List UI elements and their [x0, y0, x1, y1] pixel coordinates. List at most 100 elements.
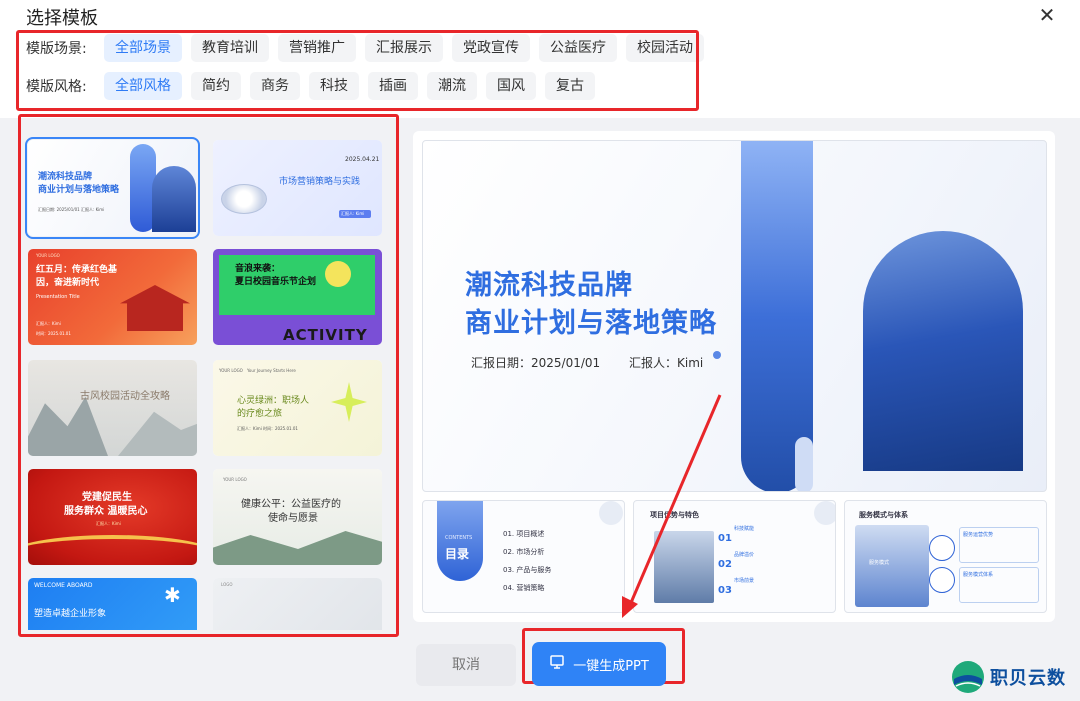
decor-circle: [814, 501, 835, 525]
decor-dot: [713, 351, 721, 359]
slide-date: 汇报日期：2025/01/01: [471, 356, 601, 370]
template-card-tech-brand[interactable]: 潮流科技品牌 商业计划与落地策略 汇报日期: 2025/01/01 汇报人: K…: [25, 137, 200, 239]
watermark-logo-icon: [952, 661, 984, 693]
scene-chip-report[interactable]: 汇报展示: [365, 34, 443, 62]
scene-chip-marketing[interactable]: 营销推广: [278, 34, 356, 62]
template-list[interactable]: 潮流科技品牌 商业计划与落地策略 汇报日期: 2025/01/01 汇报人: K…: [24, 124, 394, 630]
service-title: 服务模式与体系: [859, 511, 908, 519]
style-chip-illustration[interactable]: 插画: [368, 72, 418, 100]
sun-shape: [325, 261, 351, 287]
contents-en: CONTENTS: [445, 535, 473, 541]
template-title: 红五月：传承红色基: [36, 265, 118, 275]
page-preview-service[interactable]: 服务模式与体系 服务模式 服务运营优势 服务模式体系: [844, 500, 1047, 613]
building-image: [152, 166, 196, 232]
template-meta: 汇报人：Kimi: [36, 321, 61, 326]
cancel-button[interactable]: 取消: [416, 644, 516, 686]
template-subtitle: Presentation Title: [36, 294, 80, 300]
template-title: 古风校园活动全攻略: [80, 391, 170, 402]
reporter-tag: 汇报人: Kimi: [339, 210, 371, 218]
watermark: 职贝云数: [950, 657, 1066, 697]
generate-ppt-label: 一键生成PPT: [573, 658, 649, 674]
dialog-header: 选择模板 ✕: [0, 0, 1080, 32]
style-chip-business[interactable]: 商务: [250, 72, 300, 100]
contents-item: 04. 营销策略: [503, 584, 545, 592]
template-card-red-may[interactable]: YOUR LOGO 红五月：传承红色基 因，奋进新时代 Presentation…: [28, 249, 197, 345]
slide-title-line2: 商业计划与落地策略: [465, 308, 717, 339]
scene-chip-charity[interactable]: 公益医疗: [539, 34, 617, 62]
template-logo: YOUR LOGO: [36, 253, 60, 258]
template-meta: 时间：2025.01.01: [36, 331, 71, 336]
contents-item: 03. 产品与服务: [503, 566, 552, 574]
template-title: 心灵绿洲：职场人: [237, 396, 310, 406]
service-image: [855, 525, 929, 607]
template-card-guofeng-campus[interactable]: 古风校园活动全攻略: [28, 360, 197, 456]
contents-zh: 目录: [445, 547, 470, 561]
page-preview-contents[interactable]: CONTENTS 目录 01. 项目概述 02. 市场分析 03. 产品与服务 …: [422, 500, 625, 613]
template-title: 商业计划与落地策略: [38, 185, 120, 195]
feature-heading: 市场前景: [734, 578, 755, 584]
template-card-welcome[interactable]: ✱ WELCOME ABOARD 塑造卓越企业形象: [28, 578, 197, 630]
style-chip-guofeng[interactable]: 国风: [486, 72, 536, 100]
template-meta: 汇报人：Kimi: [96, 521, 121, 526]
template-title: 的疗愈之旅: [237, 409, 283, 419]
template-card-health[interactable]: YOUR LOGO 健康公平：公益医疗的 使命与愿景: [213, 469, 382, 565]
service-node: [929, 567, 955, 593]
template-card-party[interactable]: 党建促民生 服务群众 温暖民心 汇报人：Kimi: [28, 469, 197, 565]
style-chip-retro[interactable]: 复古: [545, 72, 595, 100]
template-logo: LOGO: [221, 582, 233, 587]
template-card-grey[interactable]: LOGO: [213, 578, 382, 630]
scene-chip-education[interactable]: 教育培训: [191, 34, 269, 62]
features-title: 项目优势与特色: [650, 511, 699, 519]
decor-circle: [599, 501, 623, 525]
scene-filter-label: 模版场景:: [26, 41, 87, 57]
template-title: 健康公平：公益医疗的: [241, 499, 341, 510]
feature-number: 01: [718, 533, 732, 544]
feature-heading: 科技赋能: [734, 526, 755, 532]
contents-item: 01. 项目概述: [503, 530, 545, 538]
template-title: 塑造卓越企业形象: [34, 609, 107, 619]
style-filter-row: 模版风格: 全部风格 简约 商务 科技 插画 潮流 国风 复古: [26, 71, 604, 101]
gold-ribbon: [28, 535, 197, 565]
template-title: 音浪来袭：: [235, 264, 281, 274]
template-date: 2025.04.21: [345, 156, 380, 163]
service-heading: 服务运营优势: [963, 532, 994, 538]
template-header: WELCOME ABOARD: [34, 582, 93, 589]
template-meta: 汇报人：Kimi 时间：2025.01.01: [237, 426, 298, 431]
template-card-healing[interactable]: YOUR LOGO Your Journey Starts Here 心灵绿洲：…: [213, 360, 382, 456]
template-bg: [213, 578, 382, 630]
slide-reporter: 汇报人：Kimi: [629, 356, 704, 370]
service-heading: 服务模式体系: [963, 572, 994, 578]
template-title: 潮流科技品牌: [38, 172, 93, 182]
template-logo: YOUR LOGO: [223, 477, 247, 482]
style-chip-trend[interactable]: 潮流: [427, 72, 477, 100]
style-chip-tech[interactable]: 科技: [309, 72, 359, 100]
template-title: 夏日校园音乐节企划: [235, 277, 317, 287]
service-center: 服务模式: [869, 560, 890, 566]
template-title: 党建促民生: [82, 492, 132, 503]
template-title: 服务群众 温暖民心: [64, 506, 148, 517]
template-banner: ACTIVITY: [283, 326, 368, 344]
building-image: [863, 231, 1023, 471]
contents-item: 02. 市场分析: [503, 548, 545, 556]
style-chip-all[interactable]: 全部风格: [104, 72, 182, 100]
scene-filter-row: 模版场景: 全部场景 教育培训 营销推广 汇报展示 党政宣传 公益医疗 校园活动: [26, 33, 713, 63]
feature-number: 02: [718, 559, 732, 570]
slide-title-line1: 潮流科技品牌: [465, 270, 633, 301]
presentation-icon: [549, 654, 565, 674]
template-logo: YOUR LOGO: [219, 368, 243, 373]
generate-ppt-button[interactable]: 一键生成PPT: [532, 642, 666, 686]
page-preview-features[interactable]: 项目优势与特色 01 02 03 科技赋能 品牌溢价 市场前景: [633, 500, 836, 613]
template-card-marketing[interactable]: 2025.04.21 市场营销策略与实践 汇报人: Kimi: [213, 140, 382, 236]
close-icon[interactable]: ✕: [1036, 4, 1058, 26]
ring-image: [221, 184, 267, 214]
template-title: 因，奋进新时代: [36, 278, 100, 288]
service-node: [929, 535, 955, 561]
scene-chip-all[interactable]: 全部场景: [104, 34, 182, 62]
scene-chip-campus[interactable]: 校园活动: [626, 34, 704, 62]
asterisk-icon: ✱: [164, 583, 181, 607]
template-title: 使命与愿景: [268, 513, 318, 524]
building-image: [654, 531, 714, 603]
template-card-music-festival[interactable]: 音浪来袭： 夏日校园音乐节企划 ACTIVITY: [213, 249, 382, 345]
style-chip-simple[interactable]: 简约: [191, 72, 241, 100]
scene-chip-party[interactable]: 党政宣传: [452, 34, 530, 62]
